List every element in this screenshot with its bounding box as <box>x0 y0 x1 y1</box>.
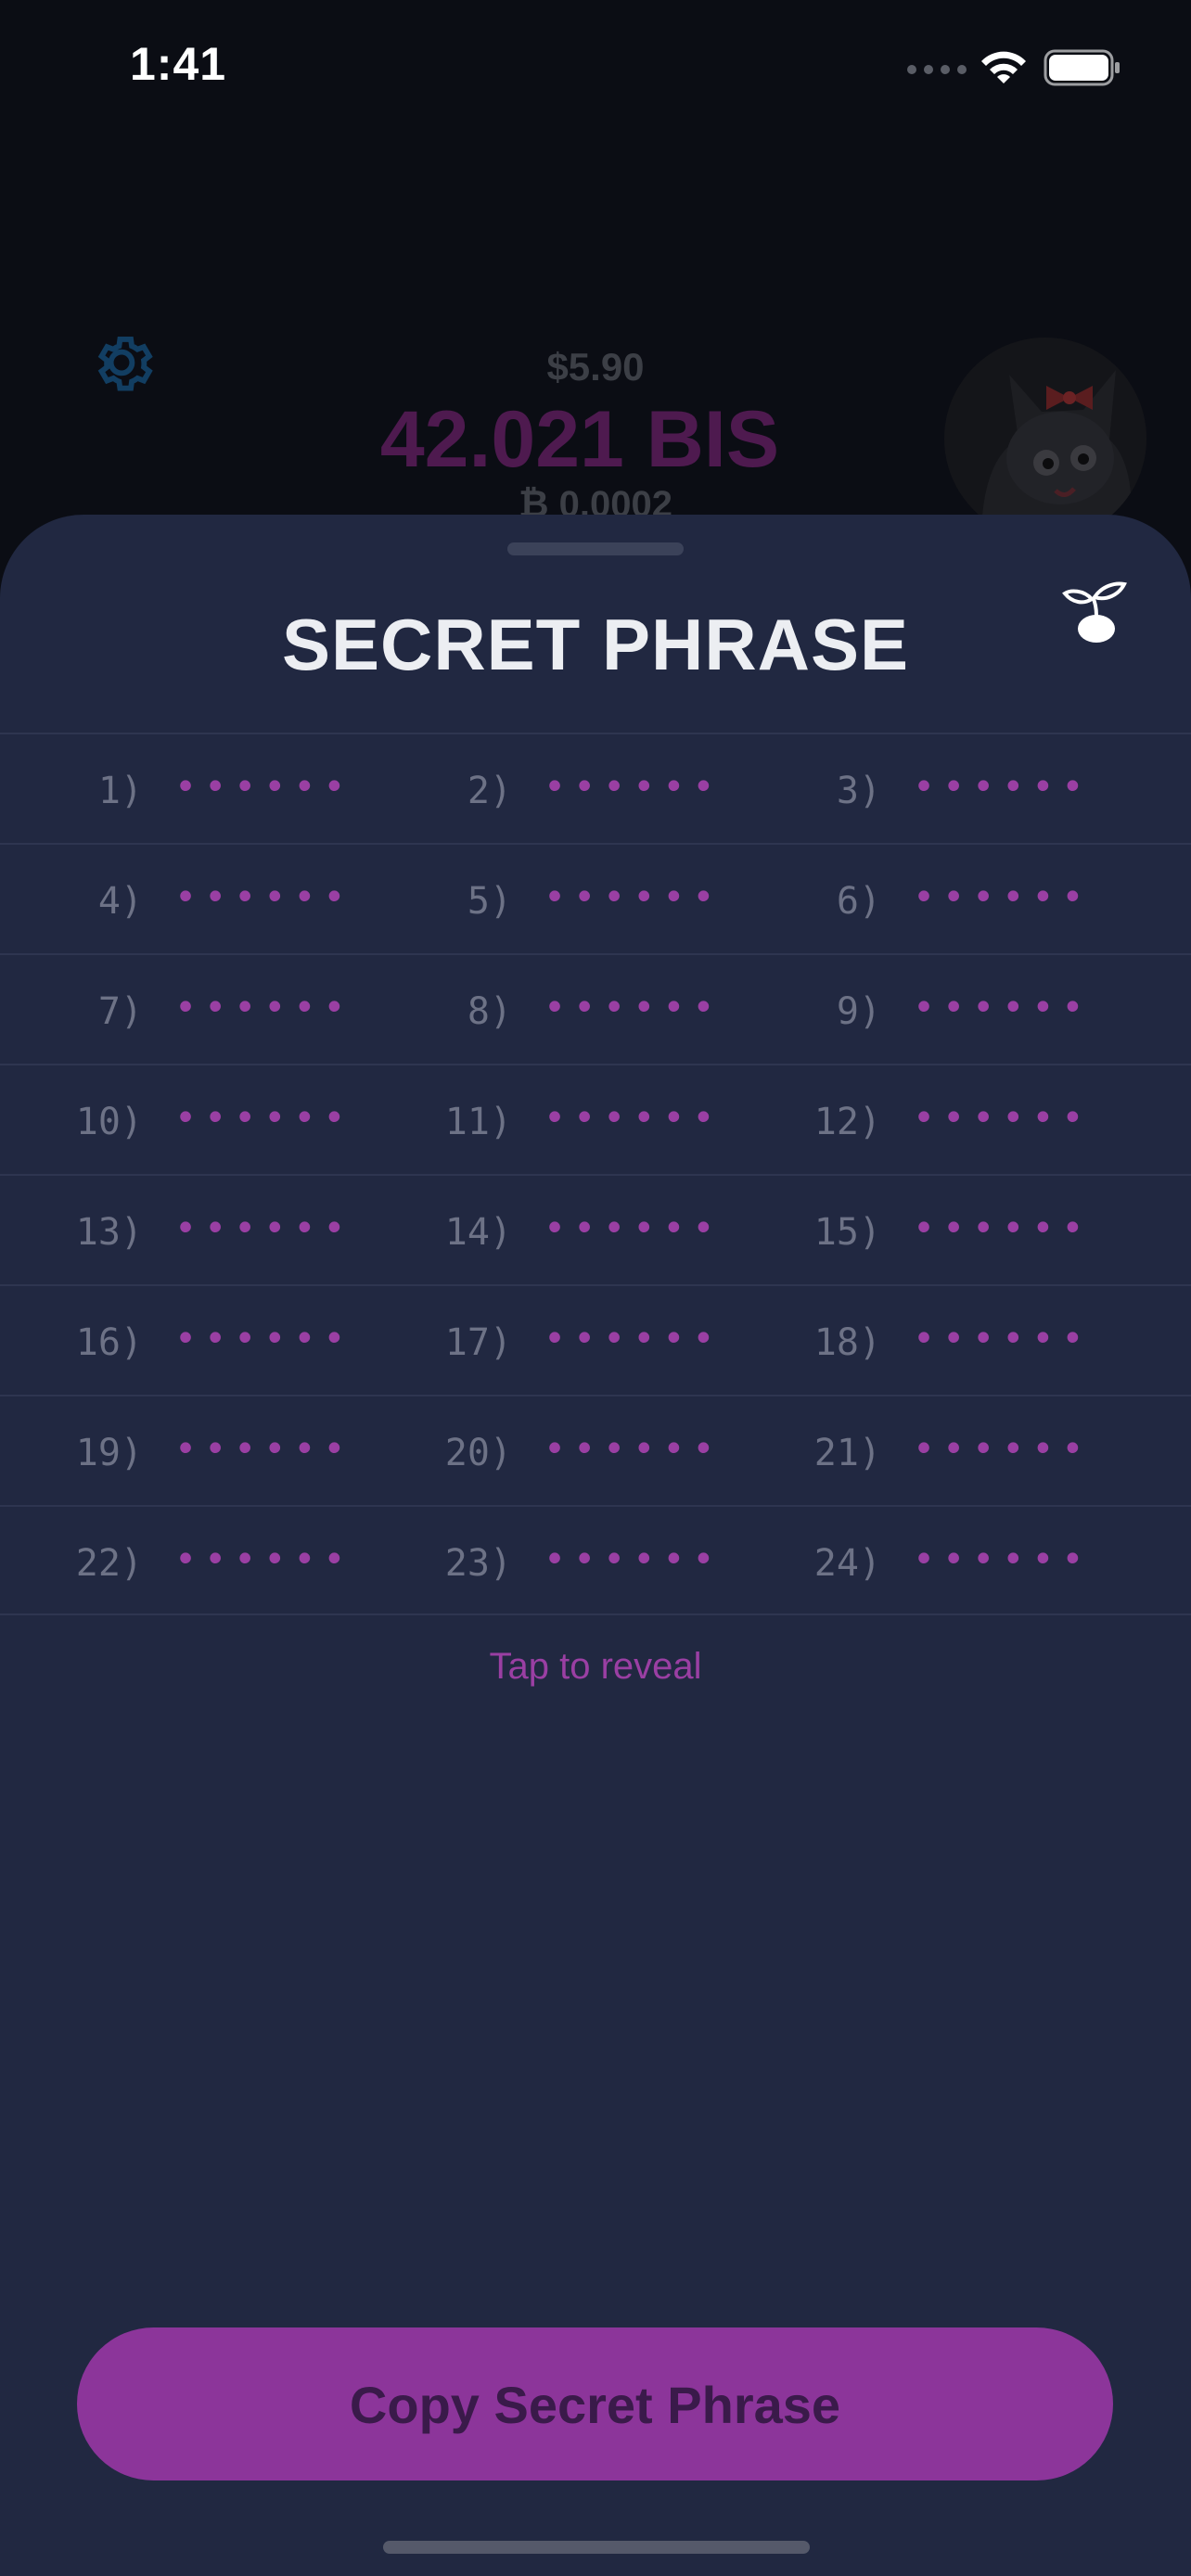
sheet-drag-handle[interactable] <box>507 542 684 555</box>
phrase-word[interactable]: 13) •••••• <box>0 1176 369 1284</box>
phrase-word[interactable]: 11) •••••• <box>369 1065 738 1174</box>
phrase-word[interactable]: 22) •••••• <box>0 1507 369 1613</box>
home-indicator[interactable] <box>383 2541 810 2554</box>
phrase-row: 16) •••••• 17) •••••• 18) •••••• <box>0 1284 1191 1395</box>
phrase-row: 7) •••••• 8) •••••• 9) •••••• <box>0 953 1191 1064</box>
phrase-word[interactable]: 10) •••••• <box>0 1065 369 1174</box>
phrase-row: 22) •••••• 23) •••••• 24) •••••• <box>0 1505 1191 1615</box>
phrase-word[interactable]: 21) •••••• <box>738 1396 1108 1505</box>
cat-avatar-image <box>944 338 1146 540</box>
phrase-word[interactable]: 2) •••••• <box>369 734 738 843</box>
sheet-title: SECRET PHRASE <box>281 604 910 685</box>
phrase-row: 10) •••••• 11) •••••• 12) •••••• <box>0 1064 1191 1174</box>
phrase-word[interactable]: 8) •••••• <box>369 955 738 1064</box>
phrase-word[interactable]: 3) •••••• <box>738 734 1108 843</box>
phrase-row: 4) •••••• 5) •••••• 6) •••••• <box>0 843 1191 953</box>
phrase-word[interactable]: 16) •••••• <box>0 1286 369 1395</box>
phrase-word[interactable]: 17) •••••• <box>369 1286 738 1395</box>
phrase-word[interactable]: 6) •••••• <box>738 845 1108 953</box>
phrase-word[interactable]: 15) •••••• <box>738 1176 1108 1284</box>
phrase-word[interactable]: 24) •••••• <box>738 1507 1108 1613</box>
tap-to-reveal-link[interactable]: Tap to reveal <box>0 1646 1191 1688</box>
status-time: 1:41 <box>130 38 227 90</box>
secret-phrase-sheet: SECRET PHRASE 1) •••••• 2) •••••• 3) ••••••… <box>0 515 1191 2576</box>
phrase-row: 13) •••••• 14) •••••• 15) •••••• <box>0 1174 1191 1284</box>
status-bar: 1:41 <box>0 0 1191 130</box>
phrase-word[interactable]: 18) •••••• <box>738 1286 1108 1395</box>
phrase-word[interactable]: 9) •••••• <box>738 955 1108 1064</box>
copy-secret-phrase-button[interactable]: Copy Secret Phrase <box>77 2327 1113 2480</box>
secret-phrase-grid[interactable]: 1) •••••• 2) •••••• 3) •••••• 4) •••••• 5) ••… <box>0 733 1191 1615</box>
wallet-header: $5.90 42.021 BIS ₿ 0.0002 <box>0 130 1191 540</box>
phrase-word[interactable]: 19) •••••• <box>0 1396 369 1505</box>
phrase-row: 1) •••••• 2) •••••• 3) •••••• <box>0 733 1191 843</box>
avatar[interactable] <box>944 338 1146 540</box>
phrase-word[interactable]: 14) •••••• <box>369 1176 738 1284</box>
phrase-word[interactable]: 4) •••••• <box>0 845 369 953</box>
phrase-word[interactable]: 5) •••••• <box>369 845 738 953</box>
phrase-word[interactable]: 12) •••••• <box>738 1065 1108 1174</box>
phrase-word[interactable]: 23) •••••• <box>369 1507 738 1613</box>
phrase-word[interactable]: 20) •••••• <box>369 1396 738 1505</box>
phrase-word[interactable]: 1) •••••• <box>0 734 369 843</box>
wifi-icon <box>981 51 1026 83</box>
phrase-row: 19) •••••• 20) •••••• 21) •••••• <box>0 1395 1191 1505</box>
phrase-word[interactable]: 7) •••••• <box>0 955 369 1064</box>
battery-icon <box>1044 49 1120 86</box>
cellular-signal-icon <box>907 65 967 74</box>
